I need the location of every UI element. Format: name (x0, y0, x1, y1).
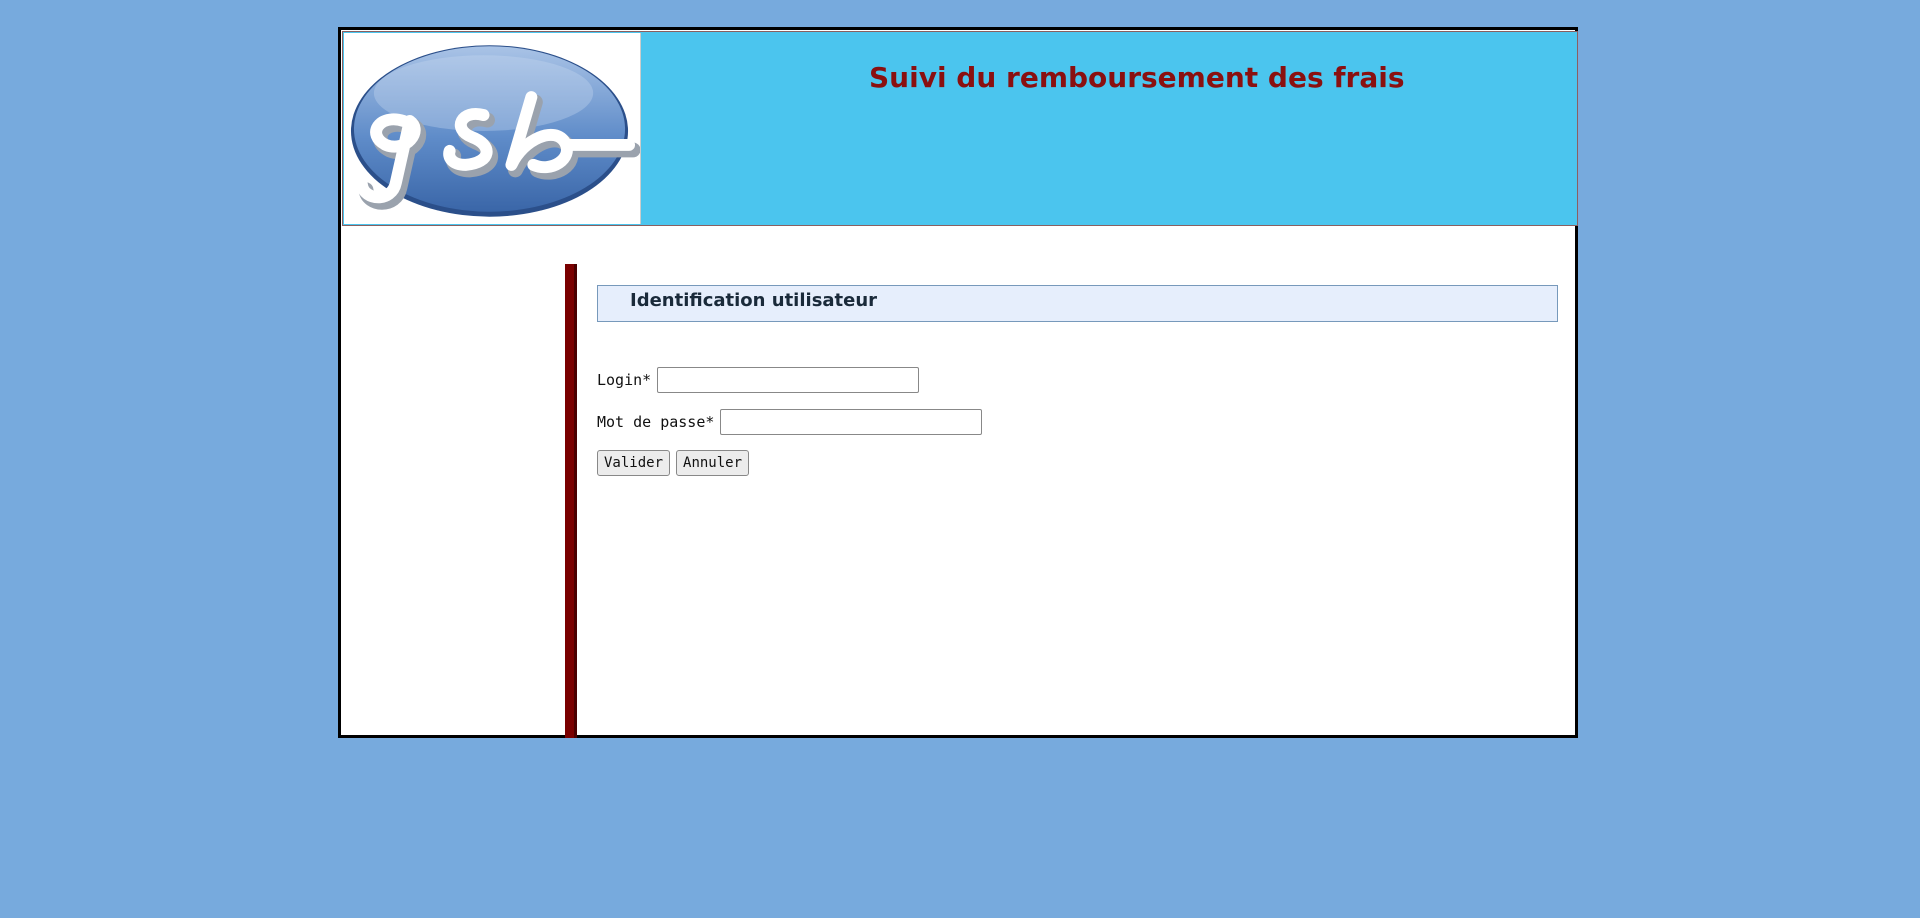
password-row: Mot de passe* (597, 409, 983, 435)
password-label: Mot de passe* (597, 413, 715, 431)
gsb-logo-image (350, 45, 640, 217)
app-title: Suivi du remboursement des frais (869, 61, 1405, 94)
cancel-button[interactable]: Annuler (676, 450, 750, 476)
page-container: Suivi du remboursement des frais Identif… (338, 27, 1578, 738)
login-input[interactable] (657, 367, 920, 393)
login-panel: Identification utilisateur Login* Mot de… (597, 285, 1558, 725)
section-header: Identification utilisateur (597, 285, 1558, 322)
login-row: Login* (597, 367, 920, 393)
login-label: Login* (597, 371, 652, 389)
header-banner: Suivi du remboursement des frais (342, 31, 1578, 226)
sidebar-accent-bar (565, 264, 577, 738)
form-buttons: Valider Annuler (597, 450, 750, 476)
gsb-logo (344, 33, 641, 224)
password-input[interactable] (720, 409, 983, 435)
section-title: Identification utilisateur (630, 290, 878, 311)
submit-button[interactable]: Valider (597, 450, 671, 476)
